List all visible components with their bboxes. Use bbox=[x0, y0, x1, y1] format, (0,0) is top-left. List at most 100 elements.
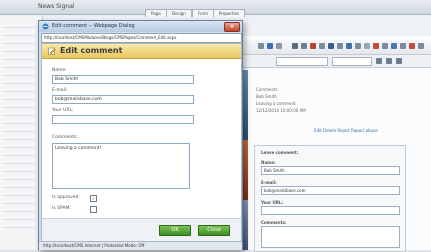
toolbar-icon[interactable] bbox=[418, 43, 424, 49]
editor-format-toolbar bbox=[236, 55, 431, 68]
edit-comment-dialog: Edit comment -- Webpage Dialog ✕ http://… bbox=[38, 20, 243, 250]
tree-row[interactable] bbox=[4, 38, 36, 44]
name-label: Name: bbox=[52, 68, 67, 73]
tab-properties[interactable]: Properties bbox=[213, 9, 246, 17]
form-comments-label: Comments: bbox=[261, 220, 287, 225]
toolbar-icon[interactable] bbox=[355, 43, 361, 49]
form-name-field[interactable]: Bob Smith bbox=[261, 166, 400, 175]
email-label: E-mail: bbox=[52, 88, 68, 93]
toolbar-icon[interactable] bbox=[276, 43, 282, 49]
form-url-field[interactable] bbox=[261, 206, 400, 215]
name-field[interactable]: Bob Smith bbox=[52, 75, 194, 84]
tree-row[interactable] bbox=[4, 126, 36, 132]
comments-textarea[interactable]: Leaving a comment! bbox=[52, 143, 190, 189]
tree-row[interactable] bbox=[4, 182, 36, 188]
tree-row[interactable] bbox=[4, 86, 36, 92]
tree-row[interactable] bbox=[4, 134, 36, 140]
tree-row[interactable] bbox=[4, 150, 36, 156]
form-url-label: Your URL: bbox=[261, 200, 283, 205]
editor-toolbar bbox=[236, 40, 431, 55]
comment-preview-line: Comments bbox=[256, 87, 278, 92]
close-icon: ✕ bbox=[229, 23, 235, 30]
comment-preview-line: 12/12/2010 10:00:00 AM bbox=[256, 108, 306, 113]
tree-row[interactable] bbox=[4, 206, 36, 212]
tab-page[interactable]: Page bbox=[145, 9, 167, 17]
tab-form[interactable]: Form bbox=[192, 9, 215, 17]
font-select[interactable] bbox=[276, 57, 328, 66]
tree-row[interactable] bbox=[4, 78, 36, 84]
window-close-button[interactable]: ✕ bbox=[224, 22, 240, 32]
tree-row[interactable] bbox=[4, 158, 36, 164]
dialog-heading: Edit comment bbox=[60, 46, 123, 55]
dialog-window-title: Edit comment -- Webpage Dialog bbox=[52, 23, 135, 29]
highlight-icon[interactable] bbox=[386, 58, 392, 64]
toolbar-icon[interactable] bbox=[310, 43, 316, 49]
dialog-address-bar: http://localhost/CMSModules/Blogs/CMSPag… bbox=[41, 33, 242, 43]
tree-row[interactable] bbox=[4, 62, 36, 68]
tree-row[interactable] bbox=[4, 102, 36, 108]
tree-row[interactable] bbox=[4, 222, 36, 228]
toolbar-icon[interactable] bbox=[409, 43, 415, 49]
is-approved-checkbox[interactable]: ✓ bbox=[90, 195, 97, 202]
form-email-field[interactable]: bob@mailsbase.com bbox=[261, 186, 400, 195]
form-name-label: Name: bbox=[261, 160, 276, 165]
tab-design[interactable]: Design bbox=[166, 9, 192, 17]
size-select[interactable] bbox=[332, 57, 372, 66]
toolbar-icon[interactable] bbox=[328, 43, 334, 49]
tree-row[interactable] bbox=[4, 166, 36, 172]
tree-row[interactable] bbox=[4, 22, 36, 28]
dialog-titlebar[interactable]: Edit comment -- Webpage Dialog ✕ bbox=[39, 21, 242, 32]
tree-row[interactable] bbox=[4, 190, 36, 196]
style-icon[interactable] bbox=[396, 58, 402, 64]
is-spam-label: Is SPAM: bbox=[52, 206, 71, 211]
toolbar-icon[interactable] bbox=[337, 43, 343, 49]
comment-action-links[interactable]: Edit Delete Reject Report abuse bbox=[314, 128, 378, 133]
toolbar-icon[interactable] bbox=[258, 43, 264, 49]
close-button[interactable]: Close bbox=[198, 225, 230, 236]
toolbar-icon[interactable] bbox=[346, 43, 352, 49]
toolbar-icon[interactable] bbox=[364, 43, 370, 49]
edit-pencil-icon bbox=[48, 47, 56, 55]
is-approved-label: Is approved: bbox=[52, 195, 80, 200]
tree-row[interactable] bbox=[4, 30, 36, 36]
content-tree bbox=[0, 16, 43, 250]
status-text: http://localhost/CMS Internet | Protecte… bbox=[43, 243, 145, 248]
tree-row[interactable] bbox=[4, 118, 36, 124]
tree-row[interactable] bbox=[4, 198, 36, 204]
tree-row[interactable] bbox=[4, 142, 36, 148]
toolbar-icon[interactable] bbox=[301, 43, 307, 49]
form-comments-field[interactable] bbox=[261, 226, 400, 248]
toolbar-icon[interactable] bbox=[267, 43, 273, 49]
comment-preview: Comments Bob Smith Leaving a comment 12/… bbox=[256, 86, 426, 114]
dialog-content: Edit comment Name: Bob Smith E-mail: bob… bbox=[41, 43, 242, 243]
dialog-status-bar: http://localhost/CMS Internet | Protecte… bbox=[39, 241, 242, 250]
form-email-label: E-mail: bbox=[261, 180, 277, 185]
tree-row[interactable] bbox=[4, 54, 36, 60]
toolbar-icon[interactable] bbox=[292, 43, 298, 49]
ie-icon bbox=[42, 23, 49, 30]
tree-row[interactable] bbox=[4, 94, 36, 100]
url-field[interactable] bbox=[52, 115, 194, 124]
toolbar-icon[interactable] bbox=[319, 43, 325, 49]
toolbar-icon[interactable] bbox=[400, 43, 406, 49]
toolbar-icon[interactable] bbox=[373, 43, 379, 49]
comments-label: Comments: bbox=[52, 135, 78, 140]
leave-comment-form: Leave comment: Name: Bob Smith E-mail: b… bbox=[254, 145, 406, 252]
ok-button[interactable]: OK bbox=[159, 225, 191, 236]
tree-row[interactable] bbox=[4, 46, 36, 52]
tree-row[interactable] bbox=[4, 110, 36, 116]
tree-row[interactable] bbox=[4, 214, 36, 220]
toolbar-icon[interactable] bbox=[391, 43, 397, 49]
comment-preview-line: Leaving a comment bbox=[256, 101, 296, 106]
toolbar-icon[interactable] bbox=[382, 43, 388, 49]
background-window-title: News Signal bbox=[38, 3, 75, 10]
comment-preview-line: Bob Smith bbox=[256, 94, 277, 99]
dialog-header: Edit comment bbox=[42, 44, 241, 59]
text-color-icon[interactable] bbox=[376, 58, 382, 64]
url-label: Your URL: bbox=[52, 108, 74, 113]
is-spam-checkbox[interactable] bbox=[90, 206, 97, 213]
tree-row[interactable] bbox=[4, 70, 36, 76]
email-field[interactable]: bob@mailsbase.com bbox=[52, 95, 194, 104]
form-title: Leave comment: bbox=[261, 150, 299, 155]
tree-row[interactable] bbox=[4, 174, 36, 180]
